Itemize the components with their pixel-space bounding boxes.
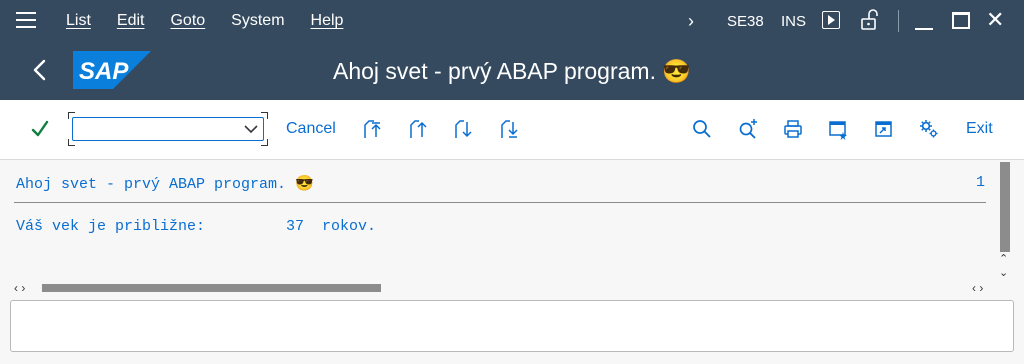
chevron-right-icon[interactable]: › xyxy=(688,0,694,42)
menu-goto[interactable]: Goto xyxy=(170,12,205,30)
application-toolbar: Cancel Exit xyxy=(0,100,1024,160)
print-icon[interactable] xyxy=(782,118,804,140)
minimize-icon[interactable] xyxy=(915,28,933,30)
sap-logo: SAP xyxy=(73,51,151,89)
menu-edit[interactable]: Edit xyxy=(117,12,145,30)
menu-separator xyxy=(898,10,899,32)
enter-checkmark-icon[interactable] xyxy=(31,119,49,139)
exit-button[interactable]: Exit xyxy=(966,120,993,138)
last-page-icon[interactable] xyxy=(499,118,521,140)
close-icon[interactable]: ✕ xyxy=(986,8,1004,32)
maximize-icon[interactable] xyxy=(952,12,970,29)
menu-bar: List Edit Goto System Help › SE38 INS ✕ xyxy=(0,0,1024,42)
screen-title: Ahoj svet - prvý ABAP program. 😎 xyxy=(332,57,692,84)
back-icon[interactable] xyxy=(28,55,52,85)
list-header-title: Ahoj svet - prvý ABAP program. 😎 xyxy=(16,176,314,193)
hamburger-menu-icon[interactable] xyxy=(16,12,36,29)
generate-shortcut-icon[interactable] xyxy=(873,118,895,140)
search-next-icon[interactable] xyxy=(737,118,759,140)
main-menu: List Edit Goto System Help xyxy=(66,0,369,42)
first-page-icon[interactable] xyxy=(362,118,384,140)
transaction-code: SE38 xyxy=(727,12,764,30)
insert-mode-indicator: INS xyxy=(781,12,807,30)
vertical-scrollbar[interactable]: ⌃ ⌄ xyxy=(998,160,1014,292)
play-icon[interactable] xyxy=(822,11,840,29)
next-page-icon[interactable] xyxy=(453,118,475,140)
command-field-input[interactable] xyxy=(72,117,264,141)
settings-gear-icon[interactable] xyxy=(918,118,940,140)
previous-page-icon[interactable] xyxy=(408,118,430,140)
header-divider xyxy=(14,202,986,203)
list-line: Váš vek je približne: 37 rokov. xyxy=(16,218,377,235)
page-number: 1 xyxy=(976,174,986,191)
scroll-up-icon[interactable]: ⌃ xyxy=(999,252,1008,265)
list-output-area: Ahoj svet - prvý ABAP program. 😎 1 Váš v… xyxy=(0,160,1024,295)
svg-text:SAP: SAP xyxy=(79,58,129,85)
vertical-scroll-thumb[interactable] xyxy=(1000,162,1010,252)
menu-list[interactable]: List xyxy=(66,12,91,30)
screen-title-wrap: Ahoj svet - prvý ABAP program. 😎 xyxy=(0,42,1024,100)
title-bar: Ahoj svet - prvý ABAP program. 😎 SAP xyxy=(0,42,1024,100)
status-bar xyxy=(10,300,1014,352)
command-field-wrap xyxy=(68,112,268,146)
search-icon[interactable] xyxy=(691,118,713,140)
chevron-down-icon[interactable] xyxy=(242,121,260,137)
unlock-icon[interactable] xyxy=(860,9,880,31)
cancel-button[interactable]: Cancel xyxy=(286,120,336,138)
scroll-down-icon[interactable]: ⌄ xyxy=(999,266,1008,279)
menu-help[interactable]: Help xyxy=(311,12,344,30)
menu-system[interactable]: System xyxy=(231,12,284,30)
create-session-icon[interactable] xyxy=(827,118,849,140)
